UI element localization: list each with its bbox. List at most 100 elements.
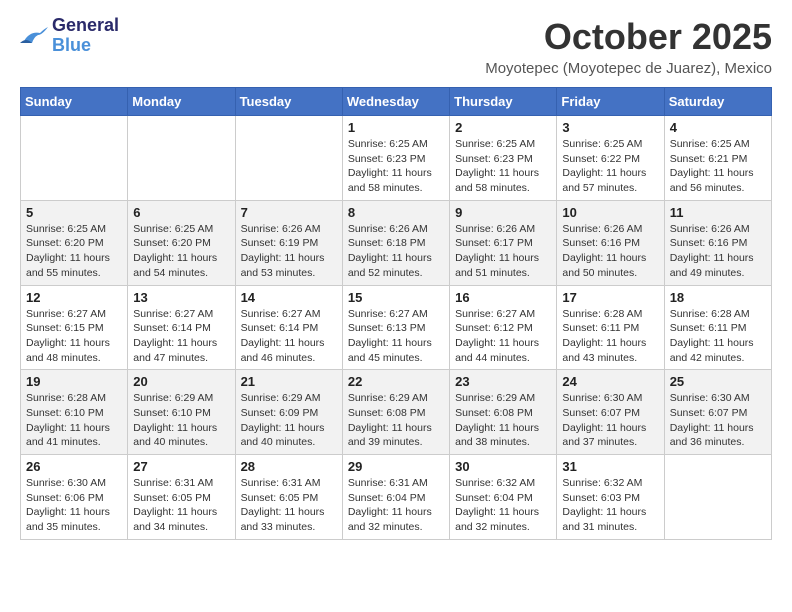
- day-info: Sunrise: 6:31 AM Sunset: 6:05 PM Dayligh…: [241, 476, 337, 535]
- logo-icon: [20, 25, 48, 47]
- calendar-header-monday: Monday: [128, 88, 235, 116]
- calendar-header-tuesday: Tuesday: [235, 88, 342, 116]
- calendar-cell: 11 Sunrise: 6:26 AM Sunset: 6:16 PM Dayli…: [664, 200, 771, 285]
- calendar-week-4: 26 Sunrise: 6:30 AM Sunset: 6:06 PM Dayli…: [21, 455, 772, 540]
- day-number: 29: [348, 459, 444, 474]
- calendar-cell: 5 Sunrise: 6:25 AM Sunset: 6:20 PM Daylig…: [21, 200, 128, 285]
- day-info: Sunrise: 6:26 AM Sunset: 6:19 PM Dayligh…: [241, 222, 337, 281]
- day-info: Sunrise: 6:29 AM Sunset: 6:08 PM Dayligh…: [455, 391, 551, 450]
- logo: General Blue: [20, 16, 119, 56]
- day-number: 8: [348, 205, 444, 220]
- month-title: October 2025: [485, 16, 772, 58]
- calendar-cell: 3Sunrise: 6:25 AM Sunset: 6:22 PM Daylig…: [557, 116, 664, 201]
- day-info: Sunrise: 6:26 AM Sunset: 6:18 PM Dayligh…: [348, 222, 444, 281]
- calendar-cell: 22Sunrise: 6:29 AM Sunset: 6:08 PM Dayli…: [342, 370, 449, 455]
- day-info: Sunrise: 6:30 AM Sunset: 6:06 PM Dayligh…: [26, 476, 122, 535]
- page: General Blue October 2025 Moyotepec (Moy…: [0, 0, 792, 556]
- calendar-cell: 23 Sunrise: 6:29 AM Sunset: 6:08 PM Dayli…: [450, 370, 557, 455]
- day-number: 18: [670, 290, 766, 305]
- location-title: Moyotepec (Moyotepec de Juarez), Mexico: [485, 60, 772, 77]
- logo-text: General Blue: [52, 16, 119, 56]
- day-number: 11: [670, 205, 766, 220]
- day-info: Sunrise: 6:26 AM Sunset: 6:16 PM Dayligh…: [562, 222, 658, 281]
- day-info: Sunrise: 6:27 AM Sunset: 6:13 PM Dayligh…: [348, 307, 444, 366]
- calendar-week-0: 1Sunrise: 6:25 AM Sunset: 6:23 PM Daylig…: [21, 116, 772, 201]
- calendar-cell: 2Sunrise: 6:25 AM Sunset: 6:23 PM Daylig…: [450, 116, 557, 201]
- day-number: 17: [562, 290, 658, 305]
- day-number: 27: [133, 459, 229, 474]
- day-number: 22: [348, 374, 444, 389]
- calendar-cell: 10Sunrise: 6:26 AM Sunset: 6:16 PM Dayli…: [557, 200, 664, 285]
- calendar-header-saturday: Saturday: [664, 88, 771, 116]
- calendar-cell: [21, 116, 128, 201]
- calendar-cell: 18Sunrise: 6:28 AM Sunset: 6:11 PM Dayli…: [664, 285, 771, 370]
- calendar-cell: 6 Sunrise: 6:25 AM Sunset: 6:20 PM Daylig…: [128, 200, 235, 285]
- calendar-cell: 15 Sunrise: 6:27 AM Sunset: 6:13 PM Dayli…: [342, 285, 449, 370]
- day-number: 28: [241, 459, 337, 474]
- calendar-header-friday: Friday: [557, 88, 664, 116]
- day-number: 19: [26, 374, 122, 389]
- calendar-week-1: 5 Sunrise: 6:25 AM Sunset: 6:20 PM Daylig…: [21, 200, 772, 285]
- day-info: Sunrise: 6:30 AM Sunset: 6:07 PM Dayligh…: [562, 391, 658, 450]
- day-info: Sunrise: 6:25 AM Sunset: 6:23 PM Dayligh…: [455, 137, 551, 196]
- calendar-cell: 21 Sunrise: 6:29 AM Sunset: 6:09 PM Dayli…: [235, 370, 342, 455]
- day-number: 5: [26, 205, 122, 220]
- calendar-cell: 7 Sunrise: 6:26 AM Sunset: 6:19 PM Daylig…: [235, 200, 342, 285]
- calendar: SundayMondayTuesdayWednesdayThursdayFrid…: [20, 87, 772, 540]
- day-number: 6: [133, 205, 229, 220]
- day-info: Sunrise: 6:30 AM Sunset: 6:07 PM Dayligh…: [670, 391, 766, 450]
- day-number: 31: [562, 459, 658, 474]
- day-info: Sunrise: 6:25 AM Sunset: 6:20 PM Dayligh…: [26, 222, 122, 281]
- day-info: Sunrise: 6:28 AM Sunset: 6:10 PM Dayligh…: [26, 391, 122, 450]
- day-info: Sunrise: 6:27 AM Sunset: 6:14 PM Dayligh…: [241, 307, 337, 366]
- calendar-header-wednesday: Wednesday: [342, 88, 449, 116]
- calendar-cell: 20 Sunrise: 6:29 AM Sunset: 6:10 PM Dayli…: [128, 370, 235, 455]
- calendar-cell: 12Sunrise: 6:27 AM Sunset: 6:15 PM Dayli…: [21, 285, 128, 370]
- day-number: 30: [455, 459, 551, 474]
- day-info: Sunrise: 6:25 AM Sunset: 6:21 PM Dayligh…: [670, 137, 766, 196]
- day-number: 24: [562, 374, 658, 389]
- calendar-cell: [235, 116, 342, 201]
- day-info: Sunrise: 6:27 AM Sunset: 6:14 PM Dayligh…: [133, 307, 229, 366]
- day-info: Sunrise: 6:26 AM Sunset: 6:16 PM Dayligh…: [670, 222, 766, 281]
- calendar-cell: 24 Sunrise: 6:30 AM Sunset: 6:07 PM Dayli…: [557, 370, 664, 455]
- day-info: Sunrise: 6:27 AM Sunset: 6:12 PM Dayligh…: [455, 307, 551, 366]
- day-number: 25: [670, 374, 766, 389]
- day-number: 20: [133, 374, 229, 389]
- calendar-cell: 25 Sunrise: 6:30 AM Sunset: 6:07 PM Dayli…: [664, 370, 771, 455]
- calendar-week-3: 19 Sunrise: 6:28 AM Sunset: 6:10 PM Dayli…: [21, 370, 772, 455]
- header: General Blue October 2025 Moyotepec (Moy…: [20, 16, 772, 77]
- day-info: Sunrise: 6:27 AM Sunset: 6:15 PM Dayligh…: [26, 307, 122, 366]
- calendar-cell: 13 Sunrise: 6:27 AM Sunset: 6:14 PM Dayli…: [128, 285, 235, 370]
- day-number: 23: [455, 374, 551, 389]
- day-number: 14: [241, 290, 337, 305]
- calendar-cell: [128, 116, 235, 201]
- calendar-cell: 8 Sunrise: 6:26 AM Sunset: 6:18 PM Daylig…: [342, 200, 449, 285]
- calendar-cell: 31Sunrise: 6:32 AM Sunset: 6:03 PM Dayli…: [557, 455, 664, 540]
- day-number: 7: [241, 205, 337, 220]
- day-number: 26: [26, 459, 122, 474]
- day-number: 9: [455, 205, 551, 220]
- calendar-cell: 27 Sunrise: 6:31 AM Sunset: 6:05 PM Dayli…: [128, 455, 235, 540]
- day-info: Sunrise: 6:29 AM Sunset: 6:09 PM Dayligh…: [241, 391, 337, 450]
- day-number: 4: [670, 120, 766, 135]
- day-number: 13: [133, 290, 229, 305]
- calendar-body: 1Sunrise: 6:25 AM Sunset: 6:23 PM Daylig…: [21, 116, 772, 540]
- day-info: Sunrise: 6:31 AM Sunset: 6:05 PM Dayligh…: [133, 476, 229, 535]
- calendar-cell: 4 Sunrise: 6:25 AM Sunset: 6:21 PM Daylig…: [664, 116, 771, 201]
- calendar-cell: 29 Sunrise: 6:31 AM Sunset: 6:04 PM Dayli…: [342, 455, 449, 540]
- day-info: Sunrise: 6:29 AM Sunset: 6:10 PM Dayligh…: [133, 391, 229, 450]
- day-number: 3: [562, 120, 658, 135]
- calendar-cell: 19 Sunrise: 6:28 AM Sunset: 6:10 PM Dayli…: [21, 370, 128, 455]
- calendar-header-sunday: Sunday: [21, 88, 128, 116]
- day-number: 21: [241, 374, 337, 389]
- calendar-week-2: 12Sunrise: 6:27 AM Sunset: 6:15 PM Dayli…: [21, 285, 772, 370]
- calendar-header-row: SundayMondayTuesdayWednesdayThursdayFrid…: [21, 88, 772, 116]
- calendar-header-thursday: Thursday: [450, 88, 557, 116]
- day-info: Sunrise: 6:31 AM Sunset: 6:04 PM Dayligh…: [348, 476, 444, 535]
- day-info: Sunrise: 6:32 AM Sunset: 6:04 PM Dayligh…: [455, 476, 551, 535]
- day-number: 15: [348, 290, 444, 305]
- day-info: Sunrise: 6:26 AM Sunset: 6:17 PM Dayligh…: [455, 222, 551, 281]
- calendar-cell: 30 Sunrise: 6:32 AM Sunset: 6:04 PM Dayli…: [450, 455, 557, 540]
- day-info: Sunrise: 6:25 AM Sunset: 6:20 PM Dayligh…: [133, 222, 229, 281]
